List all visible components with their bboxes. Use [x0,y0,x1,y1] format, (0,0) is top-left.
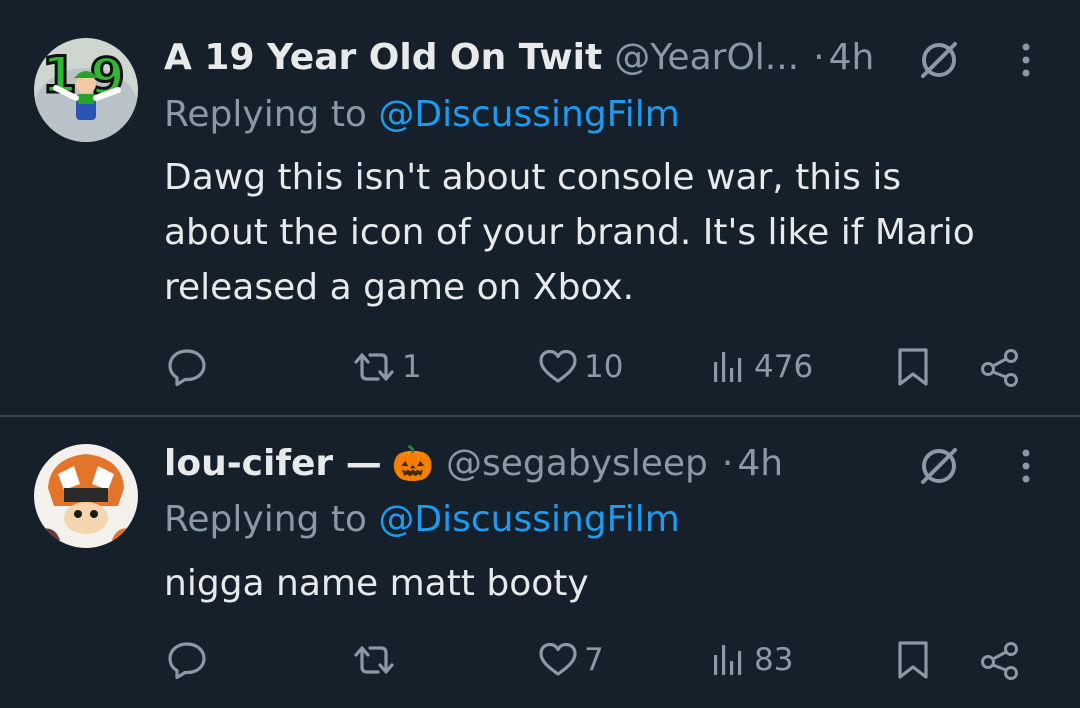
replying-to-prefix: Replying to [164,94,379,135]
avatar-image [34,444,138,548]
replying-to-mention[interactable]: @DiscussingFilm [378,94,679,135]
like-button[interactable]: 10 [536,343,623,391]
tweet-1[interactable]: 1 9 A 19 Year Old On Twit @YearOl... · 4… [0,0,1080,417]
avatar[interactable] [34,444,138,548]
share-nodes-icon [981,349,1018,387]
reply-button[interactable] [164,636,214,684]
reply-bubble-icon [168,349,206,387]
repost-button[interactable] [350,636,402,684]
heart-icon [539,642,577,676]
views-bars-icon [714,352,742,382]
views-bars-icon [714,645,742,675]
repost-arrows-icon [354,646,394,674]
replying-to: Replying to @DiscussingFilm [164,498,680,542]
avatar[interactable]: 1 9 [34,38,138,142]
view-count: 83 [754,642,794,678]
bookmark-button[interactable] [893,636,933,684]
share-nodes-icon [981,642,1018,680]
separator-dot: · [721,443,734,484]
bookmark-icon [898,348,928,386]
reply-bubble-icon [168,642,206,680]
display-name[interactable]: lou-cifer — [164,442,382,486]
action-bar: 7 83 [0,636,1080,684]
grok-slash-circle-icon[interactable] [916,441,962,487]
replying-to-mention[interactable]: @DiscussingFilm [378,499,679,540]
tweet-2[interactable]: lou-cifer — 🎃 @segabysleep · 4h Replying… [0,417,1080,708]
reply-button[interactable] [164,343,214,391]
pumpkin-emoji-icon: 🎃 [391,444,435,484]
like-count: 10 [584,349,624,385]
display-name[interactable]: A 19 Year Old On Twit [164,36,602,80]
bookmark-icon [898,641,928,679]
handle[interactable]: @YearOl... [614,36,799,80]
heart-icon [539,349,577,383]
timestamp[interactable]: 4h [829,36,875,80]
views-button[interactable]: 83 [710,636,793,684]
share-button[interactable] [978,636,1024,684]
timestamp[interactable]: 4h [737,442,783,486]
more-vertical-dots-icon[interactable] [1018,444,1034,488]
view-count: 476 [754,349,814,385]
like-button[interactable]: 7 [536,636,604,684]
replying-to: Replying to @DiscussingFilm [164,93,680,137]
replying-to-prefix: Replying to [164,499,379,540]
share-button[interactable] [978,343,1024,391]
grok-slash-circle-icon[interactable] [916,35,962,81]
views-button[interactable]: 476 [710,343,813,391]
avatar-image: 1 9 [34,38,138,142]
tweet-text: nigga name matt booty [164,563,589,604]
tweet-header: lou-cifer — 🎃 @segabysleep · 4h [164,442,783,486]
bookmark-button[interactable] [893,343,933,391]
like-count: 7 [584,642,604,678]
repost-arrows-icon [354,353,394,381]
more-vertical-dots-icon[interactable] [1018,38,1034,82]
repost-button[interactable]: 1 [350,343,422,391]
repost-count: 1 [402,349,422,385]
action-bar: 1 10 476 [0,343,1080,391]
tweet-text: Dawg this isn't about console war, this … [164,157,975,308]
separator-dot: · [813,37,825,78]
handle[interactable]: @segabysleep [446,442,708,486]
tweet-header: A 19 Year Old On Twit @YearOl... · 4h [164,36,874,80]
